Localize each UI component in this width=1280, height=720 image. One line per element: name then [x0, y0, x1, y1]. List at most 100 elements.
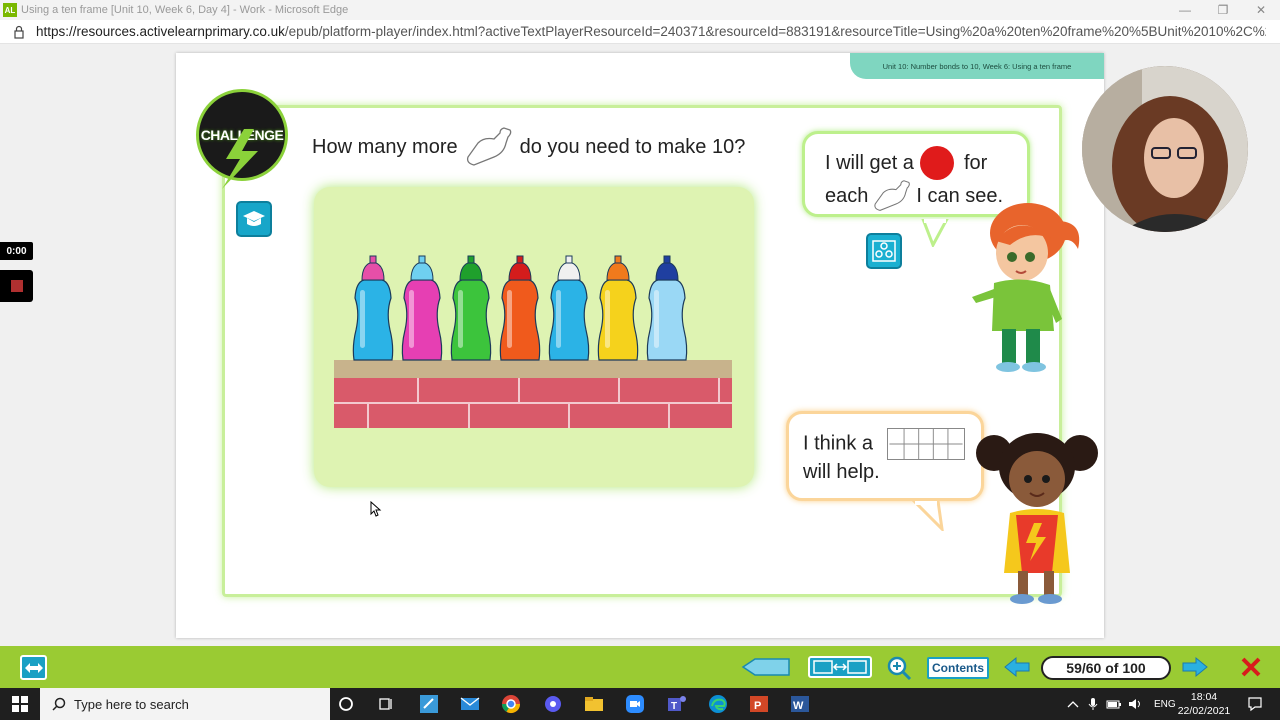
windows-logo-icon: [12, 696, 28, 712]
chevron-up-icon[interactable]: [1066, 699, 1080, 709]
character-girl-curly-hair: [976, 433, 1098, 604]
notification-icon: [1248, 697, 1262, 712]
stop-icon: [10, 280, 23, 292]
pencil-icon: [741, 658, 790, 676]
minimize-button[interactable]: —: [1166, 3, 1204, 17]
windows-taskbar: Type here to search T P W ENG 18:04 22/0…: [0, 688, 1280, 720]
app-icon: AL: [3, 3, 17, 17]
svg-text:P: P: [754, 700, 761, 712]
window-title: Using a ten frame [Unit 10, Week 6, Day …: [21, 4, 349, 16]
water-bottle: [352, 255, 394, 361]
red-counter-icon: [919, 146, 954, 180]
address-bar[interactable]: https://resources.activelearnprimary.co.…: [0, 20, 1280, 44]
taskbar-app-word[interactable]: W: [789, 693, 811, 715]
mouse-cursor-icon: [370, 501, 382, 517]
contents-button[interactable]: Contents: [927, 657, 989, 679]
unit-tab: Unit 10: Number bonds to 10, Week 6: Usi…: [850, 53, 1104, 79]
question-suffix: do you need to make 10?: [519, 135, 746, 158]
previous-page-button[interactable]: [1003, 656, 1031, 678]
teams-icon: T: [668, 696, 686, 712]
close-icon: [1241, 657, 1261, 677]
bottle-outline-icon: [874, 180, 911, 211]
counters-icon: [872, 240, 896, 262]
taskbar-app-zoom[interactable]: [624, 693, 646, 715]
start-button[interactable]: [0, 688, 40, 720]
search-icon: [52, 697, 66, 711]
brick-wall: [334, 360, 732, 428]
clock-date: 22/02/2021: [1177, 705, 1231, 717]
taskbar-search[interactable]: Type here to search: [40, 688, 330, 720]
language-indicator[interactable]: ENG: [1154, 699, 1176, 710]
notifications-button[interactable]: [1244, 693, 1266, 715]
window-titlebar: AL Using a ten frame [Unit 10, Week 6, D…: [0, 0, 1280, 20]
taskbar-app-settings[interactable]: [542, 693, 564, 715]
volume-icon[interactable]: [1128, 697, 1144, 711]
counters-tool-button[interactable]: [866, 233, 902, 269]
arrow-right-icon: [1182, 656, 1208, 678]
stop-recording-button[interactable]: [0, 270, 33, 302]
spread-view-button[interactable]: [808, 656, 872, 678]
lock-icon: [14, 25, 24, 39]
pencil-tool-button[interactable]: [741, 656, 791, 678]
microphone-icon[interactable]: [1088, 697, 1098, 711]
speech-bubble-tenframe: I think a will help.: [786, 411, 984, 501]
speech-tail: [921, 219, 949, 247]
svg-text:W: W: [793, 700, 804, 712]
taskbar-app-explorer[interactable]: [583, 693, 605, 715]
bubble2-text-a: I think a: [803, 432, 874, 455]
maximize-button[interactable]: ❐: [1204, 3, 1242, 17]
bottle-outline-icon: [466, 127, 511, 166]
water-bottle: [499, 255, 541, 361]
next-page-button[interactable]: [1181, 656, 1209, 678]
graduation-cap-icon: [243, 211, 265, 226]
question-prefix: How many more: [312, 135, 458, 158]
battery-icon[interactable]: [1106, 699, 1122, 709]
taskbar-app-teams[interactable]: T: [666, 693, 688, 715]
water-bottle: [597, 255, 639, 361]
chrome-icon: [502, 695, 520, 714]
bubble1-text-b: for: [963, 151, 988, 174]
taskbar-app-edge[interactable]: [707, 693, 729, 715]
cortana-button[interactable]: [335, 693, 357, 715]
zoom-in-icon: [887, 656, 912, 681]
mail-icon: [460, 697, 480, 710]
presenter-video: [1082, 66, 1248, 232]
clock-time: 18:04: [1190, 691, 1218, 703]
url-text[interactable]: https://resources.activelearnprimary.co.…: [36, 24, 1266, 39]
taskbar-app-mail[interactable]: [459, 693, 481, 715]
reader-toolbar: Contents 59/60 of 100: [0, 646, 1280, 688]
content-stage: 0:00 Unit 10: Number bonds to 10, Week 6…: [0, 44, 1280, 646]
task-view-icon: [379, 698, 392, 710]
bottle-row: [352, 255, 688, 361]
ten-frame-icon: [886, 428, 965, 460]
taskbar-app-powerpoint[interactable]: P: [748, 693, 770, 715]
ebook-page: Unit 10: Number bonds to 10, Week 6: Usi…: [176, 53, 1104, 638]
zoom-button[interactable]: [886, 655, 912, 681]
taskbar-clock[interactable]: 18:04 22/02/2021: [1176, 690, 1232, 718]
teacher-guide-button[interactable]: [236, 201, 272, 237]
close-reader-button[interactable]: [1240, 656, 1262, 678]
zoom-app-icon: [626, 695, 644, 713]
bubble1-text-c: each: [825, 184, 869, 207]
bubble1-text-a: I will get a: [825, 151, 914, 174]
speech-tail: [912, 501, 944, 531]
taskbar-app-notepad[interactable]: [418, 693, 440, 715]
close-window-button[interactable]: ✕: [1242, 3, 1280, 17]
webcam-overlay: [1082, 66, 1248, 232]
system-tray: ENG: [1066, 688, 1176, 720]
fit-width-button[interactable]: [20, 655, 47, 680]
question-text: How many more do you need to make 10?: [312, 127, 745, 167]
notepad-icon: [420, 695, 438, 713]
page-counter[interactable]: 59/60 of 100: [1041, 656, 1171, 680]
powerpoint-icon: P: [750, 696, 768, 712]
recording-timer: 0:00: [0, 242, 33, 260]
character-girl-red-hair: [972, 203, 1080, 372]
bottles-panel: [314, 187, 754, 487]
arrow-left-icon: [1004, 656, 1030, 678]
search-placeholder: Type here to search: [74, 696, 189, 712]
expand-horizontal-icon: [24, 662, 43, 673]
taskbar-app-chrome[interactable]: [500, 693, 522, 715]
task-view-button[interactable]: [375, 693, 397, 715]
lightning-icon: [222, 129, 258, 189]
water-bottle: [401, 255, 443, 361]
